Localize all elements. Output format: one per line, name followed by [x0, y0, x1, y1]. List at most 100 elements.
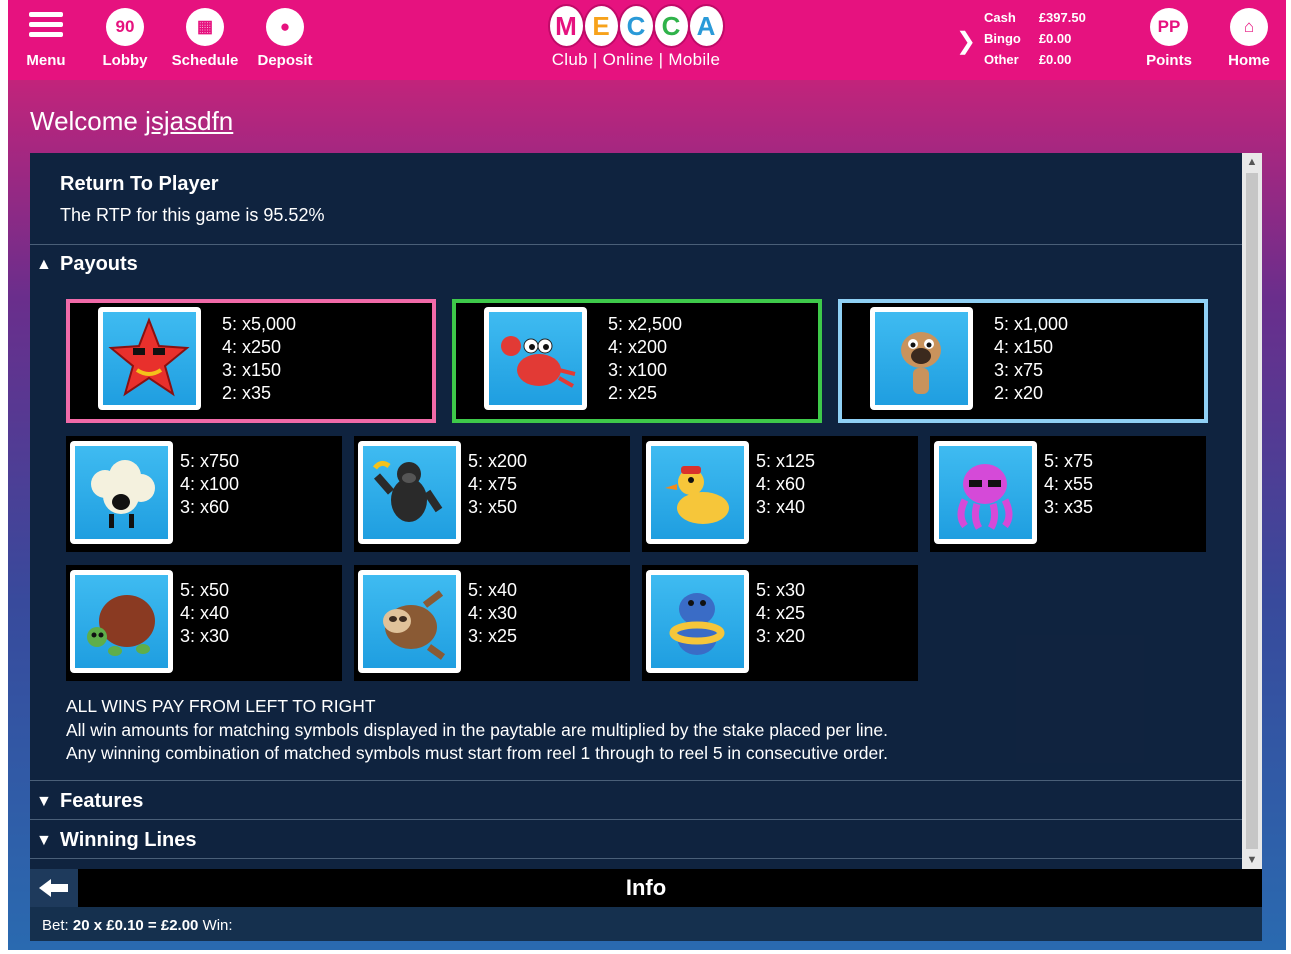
payout-line: 4: x150 — [994, 337, 1054, 357]
payout-line: 2: x25 — [608, 383, 658, 403]
payout-values: 5: x2,500 4: x200 3: x100 2: x25 — [608, 313, 682, 405]
payout-values: 5: x750 4: x100 3: x60 — [180, 450, 239, 519]
bet-status-bar: Bet: 20 x £0.10 = £2.00 Win: — [30, 907, 1262, 941]
deposit-button[interactable]: ● Deposit — [245, 8, 325, 69]
app-window: Menu 90 Lobby ▦ Schedule ● Deposit M E C… — [0, 0, 1291, 954]
payout-line: 5: x5,000 — [222, 314, 297, 334]
paytable-card-octopus: 5: x75 4: x55 3: x35 — [930, 436, 1206, 552]
deposit-label: Deposit — [257, 52, 313, 69]
menu-button[interactable]: Menu — [6, 8, 86, 69]
duck-symbol — [646, 441, 749, 544]
info-content[interactable]: Return To Player The RTP for this game i… — [30, 153, 1242, 869]
top-navigation-bar: Menu 90 Lobby ▦ Schedule ● Deposit M E C… — [8, 0, 1286, 80]
payout-line: 4: x60 — [756, 474, 806, 494]
turtle-icon — [87, 595, 155, 656]
paytable-card-starfish: 5: x5,000 4: x250 3: x150 2: x35 — [66, 299, 436, 423]
payout-line: 4: x200 — [608, 337, 668, 357]
lobby-button[interactable]: 90 Lobby — [85, 8, 165, 69]
schedule-button[interactable]: ▦ Schedule — [165, 8, 245, 69]
pug-symbol — [870, 307, 973, 410]
payout-values: 5: x50 4: x40 3: x30 — [180, 579, 229, 648]
balance-value: £0.00 — [1038, 52, 1072, 67]
balance-row: Other £0.00 — [978, 51, 1098, 72]
bet-label: Bet: — [42, 917, 69, 934]
hippo-icon — [669, 593, 725, 655]
paytable-card-sloth: 5: x40 4: x30 3: x25 — [354, 565, 630, 681]
paytable-rules: ALL WINS PAY FROM LEFT TO RIGHT All win … — [66, 695, 888, 766]
game-info-panel: Return To Player The RTP for this game i… — [30, 153, 1262, 941]
payout-line: 3: x30 — [180, 626, 230, 646]
scroll-down-icon[interactable]: ▼ — [1242, 851, 1262, 869]
rule-line: All win amounts for matching symbols dis… — [66, 719, 888, 740]
paytable-card-turtle: 5: x50 4: x40 3: x30 — [66, 565, 342, 681]
points-label: Points — [1146, 52, 1192, 69]
rule-line: ALL WINS PAY FROM LEFT TO RIGHT — [66, 696, 376, 716]
points-button[interactable]: PP Points — [1129, 8, 1209, 69]
payout-values: 5: x5,000 4: x250 3: x150 2: x35 — [222, 313, 296, 405]
payout-line: 5: x2,500 — [608, 314, 683, 334]
logo-tagline: Club | Online | Mobile — [551, 50, 721, 69]
home-icon: ⌂ — [1230, 8, 1268, 46]
rtp-title: Return To Player — [60, 173, 219, 195]
payout-line: 4: x40 — [180, 603, 230, 623]
chevron-right-icon: ❯ — [956, 28, 977, 55]
payout-line: 5: x50 — [180, 580, 230, 600]
features-section-toggle[interactable]: ▼ Features — [36, 790, 143, 813]
logo-letter: M — [549, 6, 583, 46]
payout-line: 3: x40 — [756, 497, 806, 517]
payout-line: 4: x75 — [468, 474, 518, 494]
starfish-symbol — [98, 307, 201, 410]
payout-line: 3: x100 — [608, 360, 668, 380]
sloth-symbol — [358, 570, 461, 673]
crab-symbol — [484, 307, 587, 410]
logo-letter: C — [654, 6, 688, 46]
calendar-icon: ▦ — [186, 8, 224, 46]
welcome-prefix: Welcome — [30, 106, 146, 136]
paytable-card-crab: 5: x2,500 4: x200 3: x100 2: x25 — [452, 299, 822, 423]
chevron-down-icon: ▼ — [36, 792, 52, 810]
divider — [30, 858, 1242, 859]
payout-line: 5: x125 — [756, 451, 816, 471]
payout-line: 2: x35 — [222, 383, 272, 403]
payout-line: 5: x40 — [468, 580, 518, 600]
paytable-card-duck: 5: x125 4: x60 3: x40 — [642, 436, 918, 552]
payout-line: 3: x75 — [994, 360, 1044, 380]
paytable-card-hippo: 5: x30 4: x25 3: x20 — [642, 565, 918, 681]
scroll-up-icon[interactable]: ▲ — [1242, 153, 1262, 171]
hamburger-icon — [29, 12, 63, 46]
balance-label: Cash — [984, 10, 1016, 25]
logo-letter: A — [689, 6, 723, 46]
back-button[interactable] — [30, 869, 78, 907]
home-button[interactable]: ⌂ Home — [1209, 8, 1289, 69]
logo-letter: E — [584, 6, 618, 46]
payouts-section-toggle[interactable]: ▲ Payouts — [36, 253, 138, 276]
points-icon: PP — [1150, 8, 1188, 46]
winning-lines-section-toggle[interactable]: ▼ Winning Lines — [36, 829, 196, 852]
hippo-symbol — [646, 570, 749, 673]
payout-values: 5: x1,000 4: x150 3: x75 2: x20 — [994, 313, 1068, 405]
scrollbar-thumb[interactable] — [1246, 173, 1258, 849]
vertical-scrollbar[interactable]: ▲ ▼ — [1242, 153, 1262, 869]
gorilla-icon — [373, 460, 443, 522]
payout-line: 2: x20 — [994, 383, 1044, 403]
back-arrow-shaft — [50, 884, 68, 892]
payout-line: 5: x200 — [468, 451, 528, 471]
payout-line: 4: x25 — [756, 603, 806, 623]
main-area: Welcome jsjasdfn Return To Player The RT… — [8, 80, 1286, 950]
payout-values: 5: x75 4: x55 3: x35 — [1044, 450, 1093, 519]
features-label: Features — [60, 790, 144, 812]
welcome-heading: Welcome jsjasdfn — [30, 106, 233, 137]
mecca-logo[interactable]: M E C C A Club | Online | Mobile — [546, 6, 726, 76]
divider — [30, 780, 1242, 781]
balance-table: Cash £397.50 Bingo £0.00 Other £0.00 — [978, 9, 1098, 72]
starfish-icon — [108, 317, 190, 397]
chevron-down-icon: ▼ — [36, 831, 52, 849]
duck-icon — [665, 466, 729, 524]
username-link[interactable]: jsjasdfn — [145, 106, 233, 136]
payout-values: 5: x125 4: x60 3: x40 — [756, 450, 815, 519]
paytable-card-gorilla: 5: x200 4: x75 3: x50 — [354, 436, 630, 552]
gorilla-symbol — [358, 441, 461, 544]
turtle-symbol — [70, 570, 173, 673]
payout-line: 3: x60 — [180, 497, 230, 517]
octopus-symbol — [934, 441, 1037, 544]
